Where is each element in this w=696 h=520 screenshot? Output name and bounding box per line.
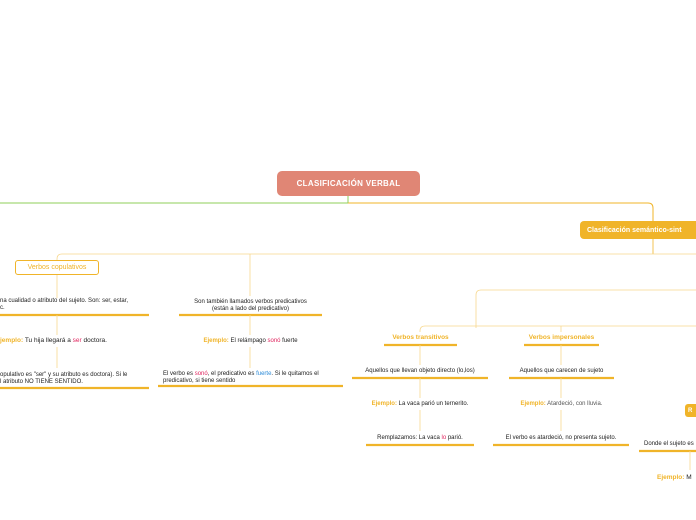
copulativos-desc: na cualidad o atributo del sujeto. Son: … [0,298,128,312]
predicativos-note-pre: El verbo es [163,371,195,377]
predicativos-note-verb: sonó [194,371,208,377]
impersonales-example-label: Ejemplo: [520,401,546,407]
impersonales-title[interactable]: Verbos impersonales [524,334,599,341]
reflexivos-desc: Donde el sujeto es [644,441,694,447]
predicativos-example-post: fuerte [280,338,298,344]
reflexivos-example-text: M [684,474,692,481]
copulativos-desc-line2: c. [0,305,5,311]
copulativos-title: Verbos copulativos [27,264,87,271]
impersonales-note: El verbo es atardeció, no presenta sujet… [505,435,617,441]
main-left-link [56,253,696,260]
impersonales-example-text: Atardeció, con lluvia. [545,401,603,407]
root-left-link [0,196,349,204]
copulativos-example-verb: ser [72,337,82,344]
copulativos-example-post: doctora. [81,337,107,344]
predicativos-note-mid: , el predicativo es [207,371,257,377]
transitivos-replace-pre: Remplazamos: La vaca [377,435,442,441]
reflexivos-example-label: Ejemplo: [657,474,685,481]
copulativos-example: jemplo: Tu hija llegará a ser doctora. [0,337,107,344]
transitivos-example: Ejemplo: La vaca parió un ternerito. [352,401,488,408]
copulativos-note: opulativo es "ser" y su atributo es doct… [0,372,127,386]
predicativos-note-pred: fuerte [256,371,272,377]
copulativos-example-label: jemplo: [0,337,24,344]
trans-imp-link [419,325,696,332]
copulativos-note-line2: l atributo NO TIENE SENTIDO. [0,379,83,385]
transitivos-desc: Aquellos que llevan objeto directo (lo,l… [365,368,475,374]
copulativos-example-pre: Tu hija llegará a [23,337,73,344]
connector-lines [0,196,696,470]
impersonales-example: Ejemplo: Atardeció, con lluvia. [509,401,614,408]
transitivos-replace: Remplazamos: La vaca lo parió. [366,435,474,442]
predicativos-example: Ejemplo: El relámpago sonó fuerte [179,338,322,345]
transitivos-example-text: La vaca parió un ternerito. [396,401,469,407]
mid-branch-link [475,289,696,328]
transitivos-title[interactable]: Verbos transitivos [384,334,457,341]
transitivos-replace-post: parió. [446,435,463,441]
root-node[interactable]: CLASIFICACIÓN VERBAL [277,171,420,196]
reflexivos-badge-text: R [688,407,693,414]
predicativos-example-label: Ejemplo: [203,338,229,344]
predicativos-note: El verbo es sonó, el predicativo es fuer… [163,371,319,385]
transitivos-example-label: Ejemplo: [371,401,397,407]
copulativos-node[interactable]: Verbos copulativos [15,260,99,275]
predicativos-example-pre: El relámpago [228,338,268,344]
predicativos-desc-line2: (están a lado del predicativo) [211,306,290,312]
predicativos-example-verb: sonó [267,338,281,344]
main-branch-title: Clasificación semántico-sint [587,226,682,234]
copulativos-note-line1: opulativo es "ser" y su atributo es doct… [0,372,128,378]
predicativos-desc-line1: Son también llamados verbos predicativos [194,299,307,305]
reflexivos-example: Ejemplo: M [657,474,692,481]
copulativos-desc-line1: na cualidad o atributo del sujeto. Son: … [0,298,129,304]
predicativos-desc: Son también llamados verbos predicativos… [179,299,322,313]
predicativos-note-line2: predicativo, si tiene sentido [163,378,236,384]
reflexivos-badge[interactable]: R [685,404,696,417]
root-title: CLASIFICACIÓN VERBAL [296,179,401,188]
predicativos-note-post: . Si le quitamos el [271,371,319,377]
predicativos-note-line1: El verbo es sonó, el predicativo es fuer… [163,371,319,378]
main-branch-node[interactable]: Clasificación semántico-sint [580,221,696,239]
root-main-link [348,202,654,221]
impersonales-desc: Aquellos que carecen de sujeto [519,368,604,374]
